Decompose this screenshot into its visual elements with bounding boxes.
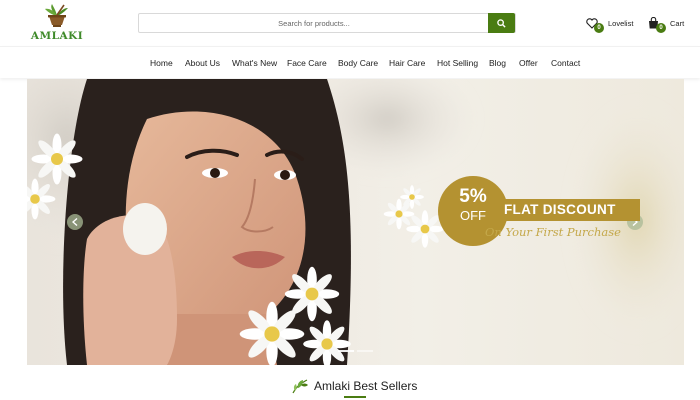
section-title-underline [344, 396, 366, 398]
cart-count-badge: 0 [656, 23, 666, 33]
lovelist-label: Lovelist [608, 18, 634, 28]
nav-item-whats-new[interactable]: What's New [232, 58, 277, 68]
best-sellers-heading: Amlaki Best Sellers [290, 376, 417, 396]
hero-image [27, 79, 684, 365]
site-header: AMLAKI 0 Lovelist 0 Cart [0, 0, 700, 46]
best-sellers-title: Amlaki Best Sellers [314, 379, 418, 393]
nav-item-hair-care[interactable]: Hair Care [389, 58, 425, 68]
cart-label: Cart [670, 18, 685, 28]
cart-link[interactable]: 0 Cart [648, 14, 685, 33]
lovelist-count-badge: 0 [594, 23, 604, 33]
search-button[interactable] [488, 13, 515, 33]
nav-item-body-care[interactable]: Body Care [338, 58, 378, 68]
search-input[interactable] [139, 14, 489, 32]
brand-logo[interactable]: AMLAKI [28, 3, 86, 43]
nav-item-contact[interactable]: Contact [551, 58, 580, 68]
leaf-sprig-icon [292, 379, 308, 394]
search-bar [138, 13, 516, 33]
nav-item-face-care[interactable]: Face Care [287, 58, 327, 68]
chevron-left-icon [72, 218, 78, 226]
hero-prev-button[interactable] [67, 214, 83, 230]
search-icon [497, 18, 506, 28]
nav-item-hot-selling[interactable]: Hot Selling [437, 58, 478, 68]
nav-item-home[interactable]: Home [150, 58, 173, 68]
promo-tagline: On Your First Purchase [485, 225, 621, 239]
lovelist-link[interactable]: 0 Lovelist [586, 14, 634, 33]
mortar-herb-logo-icon [45, 4, 68, 27]
main-navigation: Home About Us What's New Face Care Body … [0, 46, 700, 78]
hero-banner[interactable]: 5% OFF FLAT DISCOUNT On Your First Purch… [27, 79, 684, 365]
slider-dot-1[interactable] [338, 350, 354, 352]
nav-item-blog[interactable]: Blog [489, 58, 506, 68]
nav-item-offer[interactable]: Offer [519, 58, 538, 68]
brand-name: AMLAKI [30, 30, 84, 42]
nav-item-about-us[interactable]: About Us [185, 58, 220, 68]
slider-dot-2[interactable] [357, 350, 373, 352]
flat-discount-headline: FLAT DISCOUNT [498, 199, 640, 221]
